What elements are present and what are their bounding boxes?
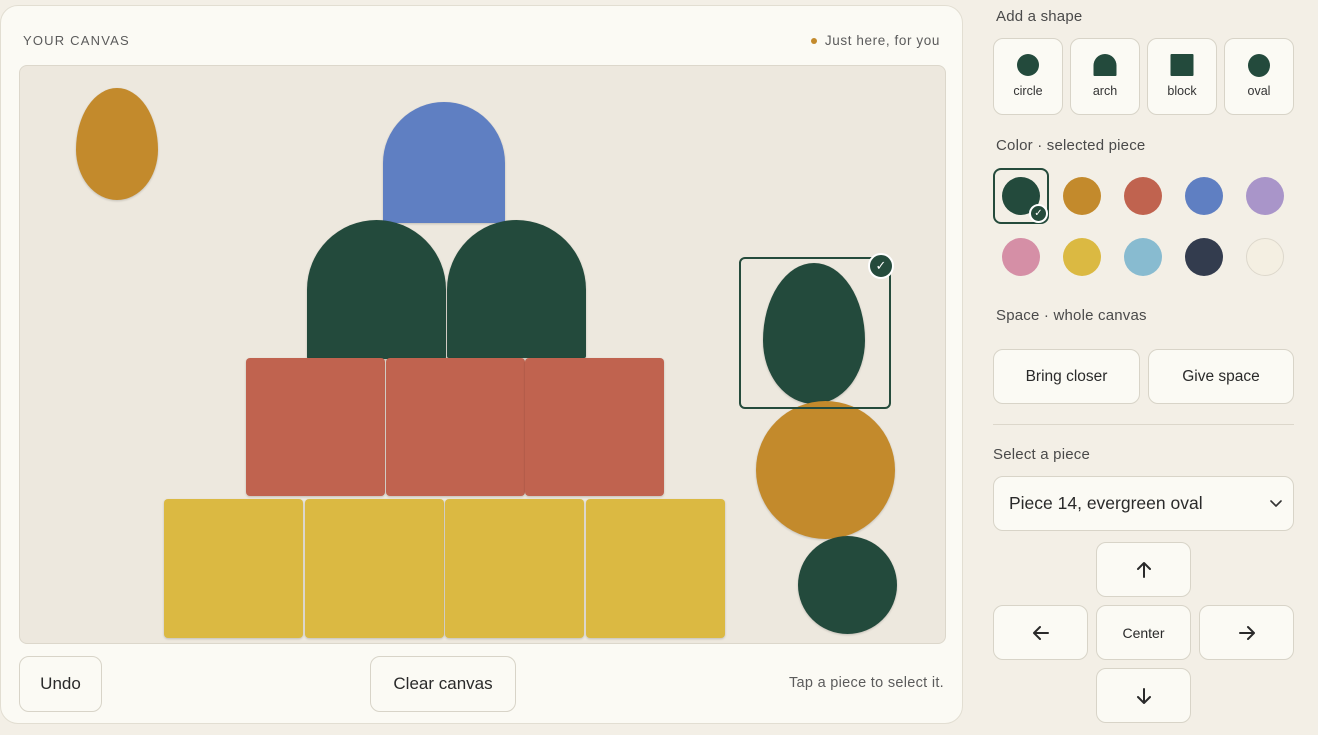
color-swatch-terracotta[interactable] (1124, 177, 1162, 215)
canvas-piece[interactable] (798, 536, 897, 634)
color-swatch-sky[interactable] (1124, 238, 1162, 276)
canvas-piece[interactable] (386, 358, 525, 496)
canvas-piece[interactable] (447, 220, 586, 358)
canvas-piece[interactable] (246, 358, 385, 496)
canvas-piece[interactable] (445, 499, 584, 638)
oval-icon (1248, 54, 1270, 77)
tap-hint: Tap a piece to select it. (789, 675, 944, 691)
add-shape-label: Add a shape (996, 8, 1083, 25)
move-down-button[interactable] (1096, 668, 1191, 723)
shape-label: block (1167, 84, 1197, 98)
color-swatch-pink[interactable] (1002, 238, 1040, 276)
canvas-piece[interactable] (756, 401, 895, 539)
move-right-button[interactable] (1199, 605, 1294, 660)
select-piece-label: Select a piece (993, 446, 1091, 463)
canvas-piece[interactable] (305, 499, 444, 638)
color-swatch-yellow[interactable] (1063, 238, 1101, 276)
hint-dot-icon (810, 37, 817, 44)
clear-canvas-button[interactable]: Clear canvas (370, 656, 516, 712)
give-space-button[interactable]: Give space (1148, 349, 1294, 404)
block-icon (1170, 54, 1194, 76)
shape-label: oval (1247, 84, 1271, 98)
bring-closer-button[interactable]: Bring closer (993, 349, 1140, 404)
color-label: Color · selected piece (996, 137, 1146, 154)
canvas-piece[interactable] (586, 499, 725, 638)
canvas-piece[interactable] (307, 220, 446, 359)
arrow-up-icon (1136, 561, 1151, 578)
canvas-piece[interactable] (383, 102, 505, 223)
drawing-canvas[interactable]: ✓ (19, 65, 946, 644)
canvas-piece[interactable] (164, 499, 303, 638)
swatch-check-icon: ✓ (1029, 204, 1048, 223)
chevron-down-icon (1270, 500, 1282, 507)
arch-icon (1093, 54, 1117, 76)
shape-label: arch (1092, 84, 1118, 98)
color-swatch-slate[interactable] (1185, 238, 1223, 276)
color-swatch-ochre[interactable] (1063, 177, 1101, 215)
center-button[interactable]: Center (1096, 605, 1191, 660)
piece-select[interactable]: Piece 14, evergreen oval (993, 476, 1294, 531)
undo-button[interactable]: Undo (19, 656, 102, 712)
add-arch-button[interactable]: arch (1070, 38, 1140, 115)
divider (993, 424, 1294, 425)
shape-label: circle (1013, 84, 1043, 98)
add-block-button[interactable]: block (1147, 38, 1217, 115)
move-left-button[interactable] (993, 605, 1088, 660)
canvas-piece[interactable] (525, 358, 664, 496)
arrow-down-icon (1136, 687, 1151, 704)
add-oval-button[interactable]: oval (1224, 38, 1294, 115)
color-swatch-lavender[interactable] (1246, 177, 1284, 215)
arrow-right-icon (1238, 625, 1255, 640)
color-swatch-blue[interactable] (1185, 177, 1223, 215)
canvas-hint-text: Just here, for you (824, 33, 940, 48)
circle-icon (1017, 54, 1039, 76)
canvas-piece[interactable] (76, 88, 158, 200)
canvas-card: YOUR CANVAS Just here, for you ✓ Undo Cl… (0, 5, 963, 724)
add-circle-button[interactable]: circle (993, 38, 1063, 115)
selection-frame (739, 257, 891, 409)
space-label: Space · whole canvas (996, 307, 1147, 324)
canvas-hint: Just here, for you (810, 33, 940, 48)
arrow-left-icon (1032, 625, 1049, 640)
move-up-button[interactable] (1096, 542, 1191, 597)
color-swatch-cream[interactable] (1246, 238, 1284, 276)
canvas-title: YOUR CANVAS (23, 33, 130, 48)
selected-check-icon: ✓ (868, 253, 894, 279)
piece-select-value: Piece 14, evergreen oval (1009, 493, 1203, 513)
